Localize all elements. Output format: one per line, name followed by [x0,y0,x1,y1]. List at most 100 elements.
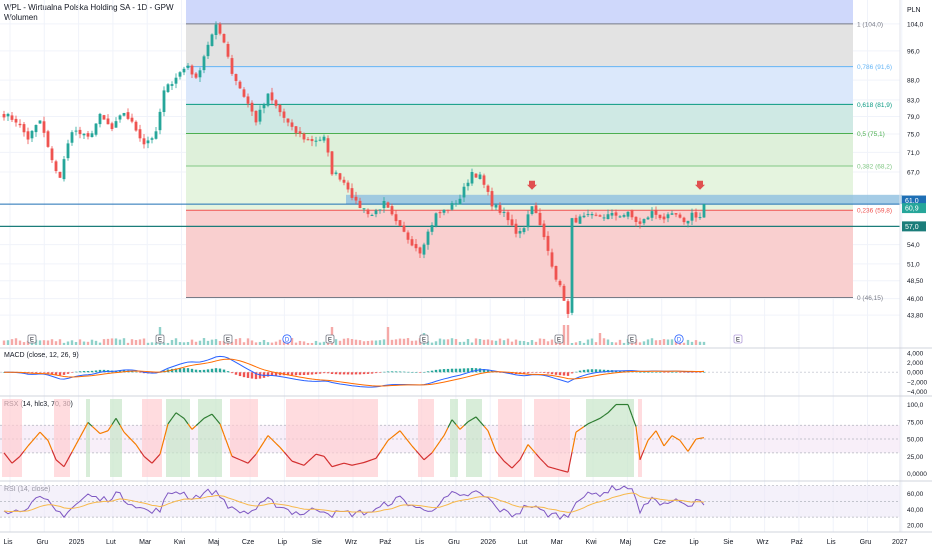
macd-hist-bar [582,369,586,373]
candle-body [594,214,598,216]
rsx-overbought-zone [598,399,602,477]
chart-canvas[interactable]: 1 (104,0) 0,786 (91,6) 0,618 (81,9) 0,5 (75… [0,0,932,550]
volume-bar [22,342,26,345]
price-tag-label: 57,0 [905,224,919,231]
volume-bar [114,338,118,345]
volume-bar [122,338,126,345]
volume-bar [590,338,594,345]
macd-hist-bar [450,368,454,373]
price-tick-label: 88,0 [907,78,920,85]
candle-body [182,68,186,73]
rsx-oversold-zone [554,399,558,477]
macd-hist-bar [86,370,90,373]
volume-bar [382,339,386,345]
macd-hist-bar [238,372,242,377]
macd-hist-bar [322,372,326,374]
candle-body [42,121,46,133]
candle-body [86,133,90,137]
rsx-oversold-zone [498,399,502,477]
currency-label: PLN [907,7,921,14]
volume-bar [138,339,142,345]
macd-hist-bar [306,372,310,375]
volume-bar [74,341,78,345]
candle-body [602,217,606,219]
volume-bar [210,339,214,345]
macd-hist-bar [662,372,666,373]
macd-hist-bar [90,370,94,373]
rsx-oversold-zone [2,399,6,477]
macd-hist-bar [574,371,578,373]
candle-body [170,84,174,86]
macd-hist-bar [422,371,426,373]
volume-bar [370,340,374,345]
candle-body [394,214,398,222]
rsx-overbought-zone [586,399,590,477]
volume-bar [78,339,82,345]
candle-body [346,182,350,190]
volume-bar [442,339,446,345]
candle-body [206,44,210,57]
volume-bar [298,340,302,345]
macd-hist-bar [82,371,86,373]
rsx-overbought-zone [198,399,202,477]
event-marker-label: E [328,338,332,344]
volume-bar [470,342,474,345]
event-marker-label: E [30,338,34,344]
rsx-oversold-zone [314,399,318,477]
candle-body [670,213,674,215]
rsx-overbought-zone [86,399,90,477]
rsx-overbought-zone [166,399,170,477]
volume-bar [582,342,586,345]
rsx-overbought-zone [186,399,190,477]
fib-band-top [186,0,853,24]
volume-bar [350,338,354,345]
rsi-tick-label: 20,00 [907,523,924,530]
time-axis-label: Gru [448,539,460,546]
volume-bar [70,340,74,345]
volume-bars [2,325,706,345]
volume-bar [130,339,134,345]
candle-body [174,77,178,84]
volume-bar [502,340,506,345]
macd-hist-bar [558,372,562,376]
rsx-overbought-zone [478,399,482,477]
candle-body [598,215,602,217]
volume-bar [118,339,122,345]
candle-body [426,231,430,245]
rsx-tick-label: 75,00 [907,419,924,426]
volume-bar [638,342,642,345]
volume-bar [362,341,366,345]
candle-body [78,129,82,135]
time-axis-label: 2027 [892,539,908,546]
macd-hist-bar [198,370,202,373]
volume-bar [102,339,106,345]
candle-body [554,265,558,280]
candle-body [102,115,106,120]
rsx-oversold-zone [298,399,302,477]
macd-hist-bar [62,372,66,375]
price-tick-label: 54,0 [907,242,920,249]
macd-hist-bar [694,372,698,373]
time-axis-label: Kwi [174,539,186,546]
candle-body [134,121,138,131]
candle-body [250,102,254,112]
macd-hist-bar [414,372,418,373]
volume-bar [146,342,150,345]
candle-body [522,228,526,233]
rsx-overbought-zone [170,399,174,477]
rsx-oversold-zone [538,399,542,477]
time-axis-label: Wrz [345,539,358,546]
macd-hist-bar [294,372,298,376]
price-tick-label: 71,0 [907,150,920,157]
macd-hist-bar [338,372,342,375]
macd-hist-bar [698,372,702,373]
candle-body [158,111,162,131]
event-marker-label: E [557,338,561,344]
fib-band [186,66,853,105]
macd-hist-bar [686,372,690,373]
candle-body [6,113,10,117]
candle-body [454,203,458,205]
macd-hist-bar [230,372,234,374]
candle-body [366,209,370,215]
candle-body [114,121,118,128]
